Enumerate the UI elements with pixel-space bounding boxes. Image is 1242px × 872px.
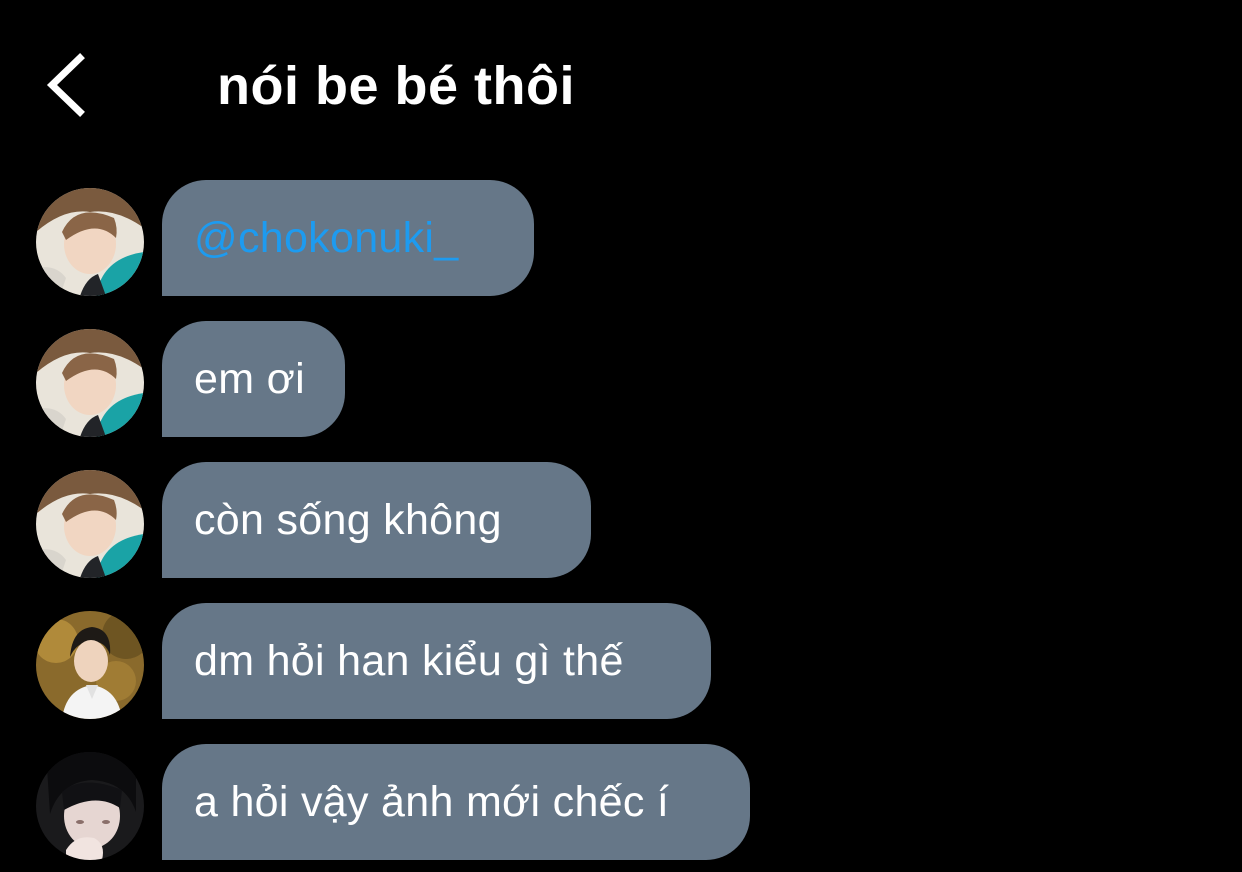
avatar[interactable]: [36, 188, 144, 296]
chevron-left-icon: [46, 53, 85, 117]
avatar[interactable]: [36, 470, 144, 578]
chat-title: nói be bé thôi: [217, 56, 575, 116]
message-text: em ơi: [194, 355, 305, 403]
message-text: dm hỏi han kiểu gì thế: [194, 637, 624, 685]
back-button[interactable]: [40, 50, 100, 120]
message-row: @chokonuki_: [0, 180, 1242, 298]
mention-link[interactable]: @chokonuki_: [194, 213, 459, 263]
message-text: a hỏi vậy ảnh mới chếc í: [194, 778, 670, 826]
message-bubble[interactable]: dm hỏi han kiểu gì thế: [162, 603, 711, 719]
message-bubble[interactable]: còn sống không: [162, 462, 591, 578]
message-bubble[interactable]: @chokonuki_: [162, 180, 534, 296]
avatar[interactable]: [36, 611, 144, 719]
message-row: còn sống không: [0, 462, 1242, 580]
message-bubble[interactable]: em ơi: [162, 321, 345, 437]
avatar[interactable]: [36, 752, 144, 860]
message-bubble[interactable]: a hỏi vậy ảnh mới chếc í: [162, 744, 750, 860]
message-row: dm hỏi han kiểu gì thế: [0, 603, 1242, 721]
message-row: a hỏi vậy ảnh mới chếc í: [0, 744, 1242, 862]
message-row: em ơi: [0, 321, 1242, 439]
message-text: còn sống không: [194, 496, 502, 544]
chat-header: nói be bé thôi: [0, 0, 1242, 170]
avatar[interactable]: [36, 329, 144, 437]
